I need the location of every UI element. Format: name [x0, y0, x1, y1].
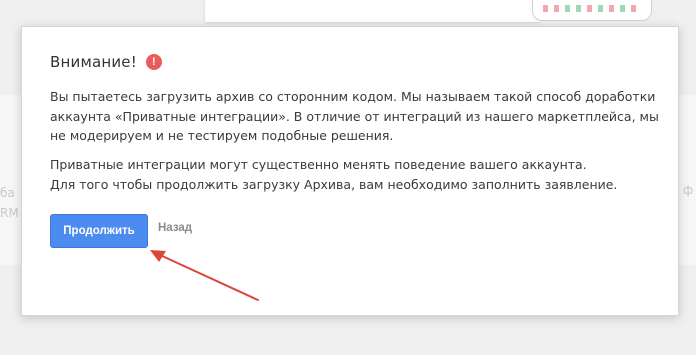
dialog-message-line: не модерируем и не тестируем подобные ре… [50, 128, 394, 143]
background-card [205, 0, 540, 22]
dialog-message-line: Приватные интеграции могут существенно м… [50, 157, 587, 172]
dialog-title: Внимание! ! [50, 53, 162, 71]
dialog-message-line: аккаунта «Приватные интеграции». В отлич… [50, 108, 659, 124]
dialog-title-text: Внимание! [50, 53, 137, 71]
dialog-message-paragraph-2: Приватные интеграции могут существенно м… [50, 155, 660, 194]
back-link[interactable]: Назад [158, 222, 192, 234]
dialog-message-line: Вы пытаетесь загрузить архив со сторонни… [50, 89, 656, 104]
background-phone-preview [532, 0, 652, 21]
background-text-left: ба RM [0, 186, 19, 220]
continue-button[interactable]: Продолжить [50, 214, 148, 248]
background-text-right: ф [683, 183, 694, 197]
dialog-message-paragraph-1: Вы пытаетесь загрузить архив со сторонни… [50, 87, 660, 146]
warning-dialog: Внимание! ! Вы пытаетесь загрузить архив… [21, 26, 679, 316]
exclamation-circle-icon: ! [145, 54, 162, 70]
dialog-message-line: Для того чтобы продолжить загрузку Архив… [50, 176, 618, 192]
